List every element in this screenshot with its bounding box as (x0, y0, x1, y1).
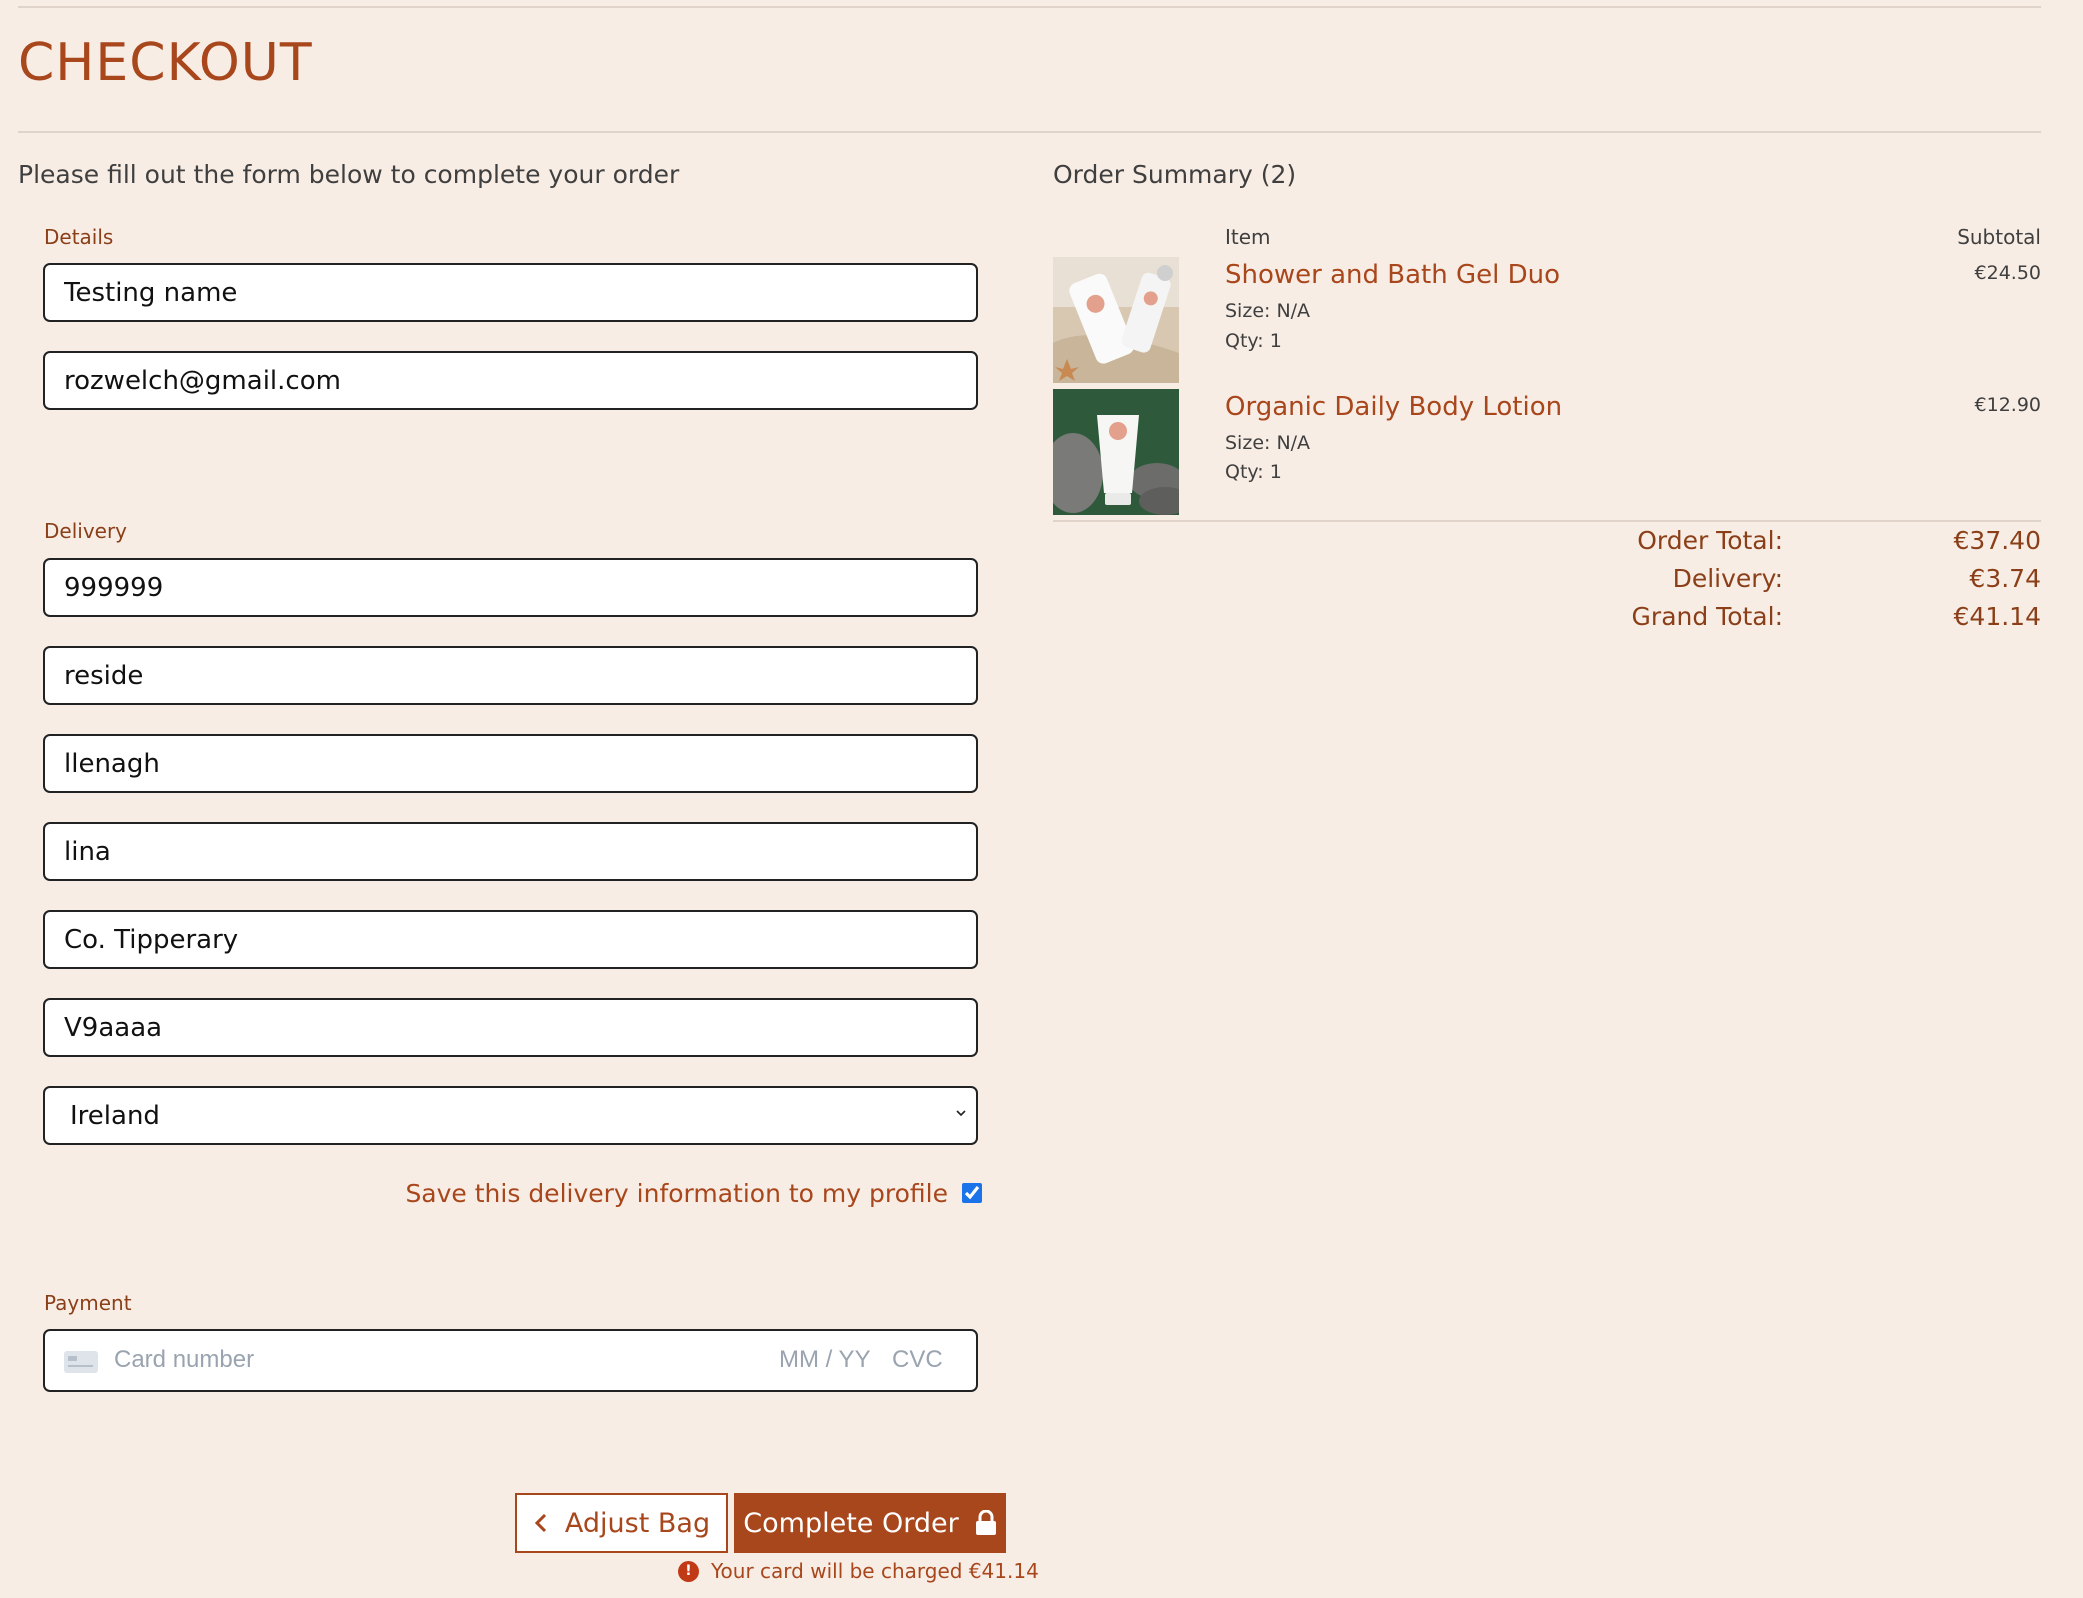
charge-notice-text: Your card will be charged €41.14 (711, 1559, 1039, 1583)
county-input[interactable] (43, 910, 978, 969)
complete-order-label: Complete Order (743, 1507, 959, 1539)
payment-label: Payment (44, 1291, 132, 1315)
subtotal-column-header: Subtotal (1957, 225, 2041, 249)
adjust-bag-button[interactable]: Adjust Bag (515, 1493, 728, 1553)
product-size-body-lotion: Size: N/A (1225, 432, 1311, 454)
save-info-row: Save this delivery information to my pro… (405, 1178, 982, 1208)
order-total-label: Order Total: (1637, 526, 1783, 555)
phone-input[interactable] (43, 558, 978, 617)
product-qty-gel-duo: Qty: 1 (1225, 330, 1282, 352)
order-total-value: €37.40 (1953, 526, 2041, 555)
item-column-header: Item (1225, 225, 1271, 249)
adjust-bag-label: Adjust Bag (564, 1507, 711, 1539)
card-cvc-placeholder: CVC (892, 1346, 943, 1373)
street-address2-input[interactable] (43, 734, 978, 793)
grand-total-value: €41.14 (1953, 602, 2041, 631)
product-image-body-lotion[interactable] (1053, 389, 1179, 515)
grand-total-label: Grand Total: (1631, 602, 1783, 631)
order-summary-title: Order Summary (2) (1053, 160, 1297, 189)
delivery-cost-value: €3.74 (1969, 564, 2041, 593)
postcode-input[interactable] (43, 998, 978, 1057)
summary-divider (1053, 520, 2041, 522)
credit-card-icon (64, 1351, 98, 1373)
email-input[interactable] (43, 351, 978, 410)
product-image-gel-duo[interactable] (1053, 257, 1179, 383)
product-name-body-lotion[interactable]: Organic Daily Body Lotion (1225, 392, 1562, 422)
details-label: Details (44, 225, 114, 249)
delivery-cost-label: Delivery: (1672, 564, 1783, 593)
card-number-placeholder: Card number (114, 1346, 255, 1373)
page-title: CHECKOUT (18, 33, 313, 93)
save-info-label: Save this delivery information to my pro… (405, 1178, 948, 1208)
top-divider (18, 6, 2041, 8)
town-input[interactable] (43, 822, 978, 881)
product-price-body-lotion: €12.90 (1974, 394, 2041, 416)
complete-order-button[interactable]: Complete Order (734, 1493, 1006, 1553)
country-select[interactable]: Ireland (43, 1086, 978, 1145)
lock-icon (975, 1510, 996, 1535)
product-name-gel-duo[interactable]: Shower and Bath Gel Duo (1225, 260, 1560, 290)
product-price-gel-duo: €24.50 (1974, 262, 2041, 284)
save-info-checkbox[interactable] (962, 1183, 982, 1203)
card-expiry-placeholder: MM / YY (779, 1346, 871, 1373)
chevron-left-icon (534, 1513, 546, 1533)
street-address1-input[interactable] (43, 646, 978, 705)
form-intro: Please fill out the form below to comple… (18, 160, 680, 189)
full-name-input[interactable] (43, 263, 978, 322)
header-divider (18, 131, 2041, 133)
product-qty-body-lotion: Qty: 1 (1225, 461, 1282, 483)
product-size-gel-duo: Size: N/A (1225, 300, 1311, 322)
exclamation-icon: ! (678, 1560, 699, 1582)
charge-notice: ! Your card will be charged €41.14 (678, 1559, 1039, 1583)
delivery-label: Delivery (44, 519, 128, 543)
card-element[interactable]: Card number MM / YY CVC (43, 1329, 978, 1392)
